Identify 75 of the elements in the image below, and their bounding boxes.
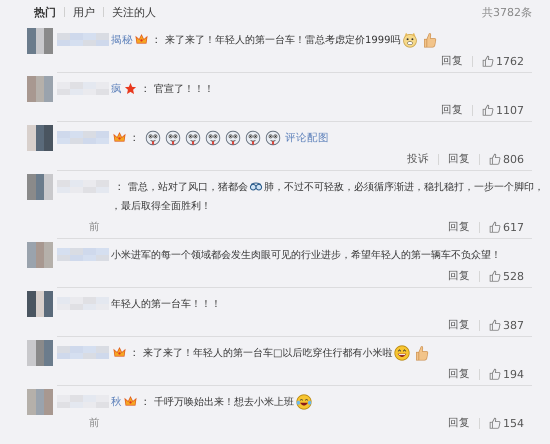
comment-text: 千呼万唤始出来！想去小米上班 [154,396,294,408]
tongue-out-face-icon [205,130,221,146]
like-button[interactable]: 154 [489,416,532,430]
comment-action-link[interactable]: 投诉 [407,152,429,166]
comment-text: 来了来了！年轻人的第一台车！雷总考虑定价1999吗 [165,34,400,46]
thumbs-up-icon [489,153,501,165]
thumbs-up-icon [482,104,494,116]
username-link[interactable]: 秋 [111,394,122,408]
comment-time: 前 [88,416,100,430]
tongue-out-face-icon [225,130,241,146]
like-button[interactable]: 617 [489,220,532,234]
thumbs-up-icon [489,270,501,282]
comment-action-link[interactable]: 回复 [448,152,470,166]
tongue-out-face-icon [165,130,181,146]
blurred-avatar [27,174,53,200]
comment-text: 年轻人的第一台车！！！ [111,298,221,310]
name-separator: ： [151,32,162,46]
thumbs-up-emoji-icon [422,32,438,48]
comment-filter-tab[interactable]: 关注的人 [112,4,164,20]
dog-face-emoji-icon [402,32,418,48]
comment-action-link[interactable]: 回复 [448,269,470,283]
laughing-face-icon [394,344,410,360]
thumbs-up-icon [489,368,501,380]
comment-text: ，最后取得全面胜利！ [111,200,211,212]
comment-action-link[interactable]: 回复 [448,367,470,381]
like-button[interactable]: 387 [489,318,532,332]
name-separator: ： [114,180,125,194]
blurred-avatar [27,291,53,317]
comment-filter-tab[interactable]: 用户 [73,4,103,20]
comment-filter-tab[interactable]: 热门 [34,4,64,20]
name-separator: ： [140,82,151,96]
comment-text: 官宣了！！！ [154,82,214,96]
comment-count: 共3782条 [482,4,532,20]
blurred-username [57,33,109,46]
tears-of-joy-face-icon [296,394,312,410]
blurred-avatar [27,125,53,151]
blurred-username [57,346,109,359]
blurred-username [57,248,109,261]
blurred-avatar [27,340,53,366]
like-button[interactable]: 194 [489,368,532,380]
blurred-username [57,131,109,144]
like-button[interactable]: 1762 [482,54,532,68]
comment-action-link[interactable]: 回复 [448,220,470,234]
username-link[interactable]: 揭秘 [111,32,133,46]
goggles-icon [249,182,263,191]
thumbs-up-icon [489,319,501,331]
comment-action-link[interactable]: 回复 [441,103,463,117]
blurred-avatar [27,28,53,54]
thumbs-up-emoji-icon [414,344,430,360]
thumbs-up-icon [489,417,501,429]
comment-image-link[interactable]: 评论配图 [285,130,329,144]
tongue-out-face-icon [185,130,201,146]
blurred-avatar [27,389,53,415]
like-button[interactable]: 528 [489,270,532,282]
tongue-out-face-icon [265,130,281,146]
comment-action-link[interactable]: 回复 [448,318,470,332]
name-separator: ： [140,394,151,408]
blurred-avatar [27,242,53,268]
comment-text: 雷总，站对了风口，猪都会 [128,180,248,194]
comment-text: 肺，不过不可轻敌，必须循序渐进，稳扎稳打，一步一个脚印， [264,180,544,194]
tongue-out-face-icon [145,130,161,146]
comment-action-link[interactable]: 回复 [448,416,470,430]
comment-text: 来了来了！年轻人的第一台车□以后吃穿住行都有小米啦 [143,346,392,360]
thumbs-up-icon [489,221,501,233]
blurred-avatar [27,76,53,102]
username-link[interactable]: 疯 [111,82,122,96]
like-button[interactable]: 1107 [482,104,532,116]
name-separator: ： [129,130,140,144]
comment-text: 小米进军的每一个领域都会发生肉眼可见的行业进步，希望年轻人的第一辆车不负众望！ [111,248,501,262]
tongue-out-face-icon [245,130,261,146]
thumbs-up-icon [482,55,494,67]
comment-action-link[interactable]: 回复 [441,54,463,68]
like-button[interactable]: 806 [489,152,532,166]
name-separator: ： [129,346,140,360]
comment-time: 前 [88,220,100,234]
